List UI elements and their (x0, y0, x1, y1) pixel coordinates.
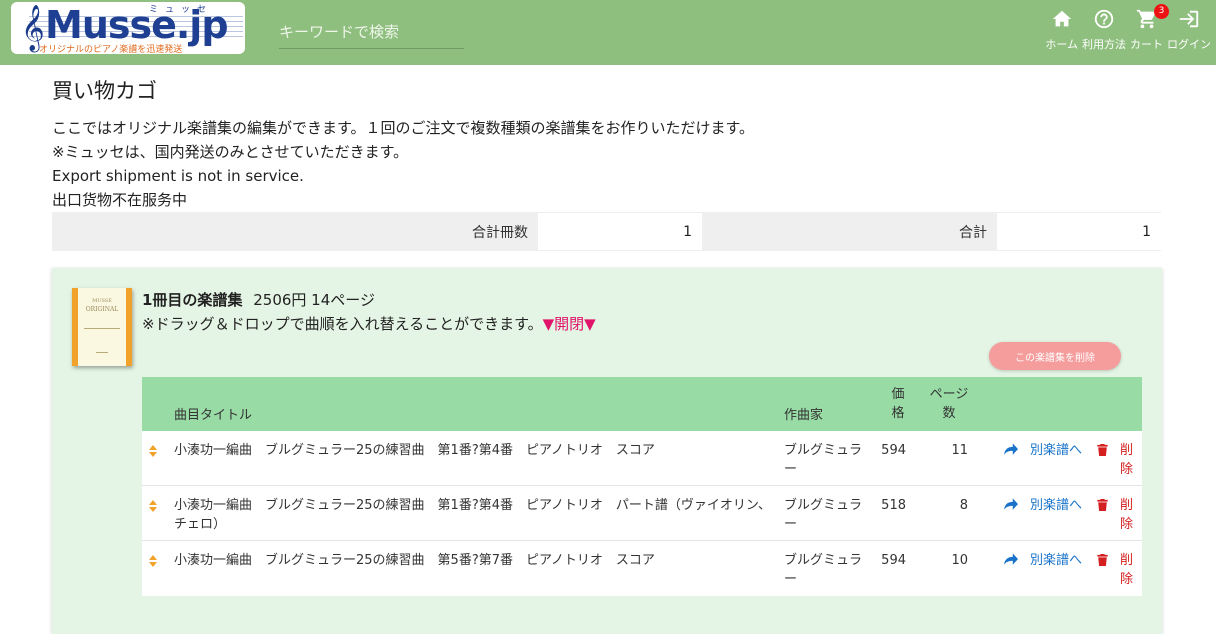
trash-icon (1097, 444, 1108, 456)
move-label: 別楽譜へ (1030, 498, 1083, 513)
cover-title-line1: MUSSE (92, 298, 112, 304)
total-count-value: 1 (538, 212, 702, 251)
trash-icon (1097, 554, 1108, 566)
col-title: 曲目タイトル (174, 408, 253, 423)
nav-login-label: ログイン (1167, 38, 1211, 51)
login-icon (1178, 8, 1200, 30)
songbook-header: 1冊目の楽譜集 2506円 14ページ ※ドラッグ＆ドロップで曲順を入れ替えるこ… (142, 288, 596, 336)
logo-tagline: オリジナルのピアノ楽譜を迅速発送 (39, 45, 183, 54)
songbook-cover: MUSSE ORIGINAL (72, 288, 132, 366)
drag-handle-icon[interactable] (149, 445, 157, 461)
header-nav: ホーム 利用方法 3 カート ログイン (1041, 4, 1211, 56)
cover-rule (96, 352, 108, 353)
total-sum-label: 合計 (702, 212, 997, 251)
drag-note: ※ドラッグ＆ドロップで曲順を入れ替えることができます。 (142, 315, 543, 333)
drag-handle-icon[interactable] (149, 555, 157, 571)
song-composer: ブルグミュラー (784, 498, 863, 532)
help-icon (1093, 8, 1115, 30)
move-to-other-book-link[interactable]: 別楽譜へ (1004, 496, 1082, 515)
table-row[interactable]: 小湊功一編曲 ブルグミュラー25の練習曲 第1番?第4番 ピアノトリオ スコア … (142, 431, 1142, 486)
delete-label: 削除 (1120, 553, 1134, 587)
song-title: 小湊功一編曲 ブルグミュラー25の練習曲 第1番?第4番 ピアノトリオ スコア (174, 443, 655, 458)
home-icon (1051, 8, 1073, 30)
share-arrow-icon (1004, 443, 1018, 455)
song-composer: ブルグミュラー (784, 443, 863, 477)
songbook-price-pages: 2506円 14ページ (253, 291, 375, 309)
site-header: 𝄞 Musse.jp ミュッセ オリジナルのピアノ楽譜を迅速発送 ホーム 利用方… (0, 0, 1216, 65)
intro-line: ここではオリジナル楽譜集の編集ができます。１回のご注文で複数種類の楽譜集をお作り… (52, 119, 755, 137)
cover-title-line2: ORIGINAL (85, 306, 119, 313)
intro-line: 出口货物不在服务中 (52, 191, 188, 209)
col-pages: ページ数 (929, 387, 969, 421)
song-pages: 8 (959, 498, 968, 513)
intro-line: ※ミュッセは、国内発送のみとさせていただきます。 (52, 143, 409, 161)
col-composer: 作曲家 (784, 408, 824, 423)
nav-cart[interactable]: 3 カート (1130, 4, 1169, 56)
table-header: 曲目タイトル 作曲家 価格 ページ数 (142, 377, 1142, 431)
col-price: 価格 (891, 387, 905, 421)
logo-kana: ミュッセ (149, 5, 214, 15)
delete-song-link[interactable]: 削除 (1097, 496, 1137, 534)
nav-help[interactable]: 利用方法 (1082, 6, 1126, 56)
share-arrow-icon (1004, 498, 1018, 510)
site-logo[interactable]: 𝄞 Musse.jp ミュッセ オリジナルのピアノ楽譜を迅速発送 (11, 2, 245, 54)
nav-home-label: ホーム (1045, 38, 1078, 51)
delete-song-link[interactable]: 削除 (1097, 551, 1137, 589)
song-title: 小湊功一編曲 ブルグミュラー25の練習曲 第5番?第7番 ピアノトリオ スコア (174, 553, 655, 568)
move-to-other-book-link[interactable]: 別楽譜へ (1004, 551, 1082, 570)
move-label: 別楽譜へ (1030, 443, 1083, 458)
share-arrow-icon (1004, 553, 1018, 565)
delete-label: 削除 (1120, 443, 1134, 477)
song-table: 曲目タイトル 作曲家 価格 ページ数 小湊功一編曲 ブルグミュラー25の練習曲 … (142, 377, 1142, 596)
intro-line: Export shipment is not in service. (52, 167, 304, 185)
nav-cart-label: カート (1130, 38, 1163, 51)
page-title: 買い物カゴ (52, 79, 157, 103)
nav-help-label: 利用方法 (1082, 38, 1126, 51)
trash-icon (1097, 499, 1108, 511)
song-title: 小湊功一編曲 ブルグミュラー25の練習曲 第1番?第4番 ピアノトリオ パート譜… (174, 498, 772, 532)
toggle-link[interactable]: ▼開閉▼ (543, 315, 596, 333)
song-pages: 11 (951, 443, 968, 458)
search-input[interactable] (279, 18, 464, 46)
table-row[interactable]: 小湊功一編曲 ブルグミュラー25の練習曲 第1番?第4番 ピアノトリオ パート譜… (142, 486, 1142, 541)
delete-song-link[interactable]: 削除 (1097, 441, 1137, 479)
songbook-name: 1冊目の楽譜集 (142, 291, 243, 309)
delete-songbook-button[interactable]: この楽譜集を削除 (989, 342, 1121, 370)
song-pages: 10 (951, 553, 968, 568)
move-label: 別楽譜へ (1030, 553, 1083, 568)
song-composer: ブルグミュラー (784, 553, 863, 587)
table-row[interactable]: 小湊功一編曲 ブルグミュラー25の練習曲 第5番?第7番 ピアノトリオ スコア … (142, 541, 1142, 596)
cover-rule (84, 328, 120, 329)
nav-home[interactable]: ホーム (1045, 6, 1078, 56)
move-to-other-book-link[interactable]: 別楽譜へ (1004, 441, 1082, 460)
song-price: 594 (881, 553, 906, 568)
total-count-label: 合計冊数 (52, 212, 538, 251)
delete-label: 削除 (1120, 498, 1134, 532)
nav-login[interactable]: ログイン (1167, 6, 1211, 56)
song-price: 518 (881, 498, 906, 513)
songbook-card: MUSSE ORIGINAL 1冊目の楽譜集 2506円 14ページ ※ドラッグ… (52, 268, 1162, 634)
total-sum-value: 1 (997, 212, 1161, 251)
song-price: 594 (881, 443, 906, 458)
totals-bar: 合計冊数 1 合計 1 (52, 212, 1161, 251)
drag-handle-icon[interactable] (149, 500, 157, 516)
search-box (279, 18, 464, 49)
intro-text: ここではオリジナル楽譜集の編集ができます。１回のご注文で複数種類の楽譜集をお作り… (52, 116, 754, 212)
